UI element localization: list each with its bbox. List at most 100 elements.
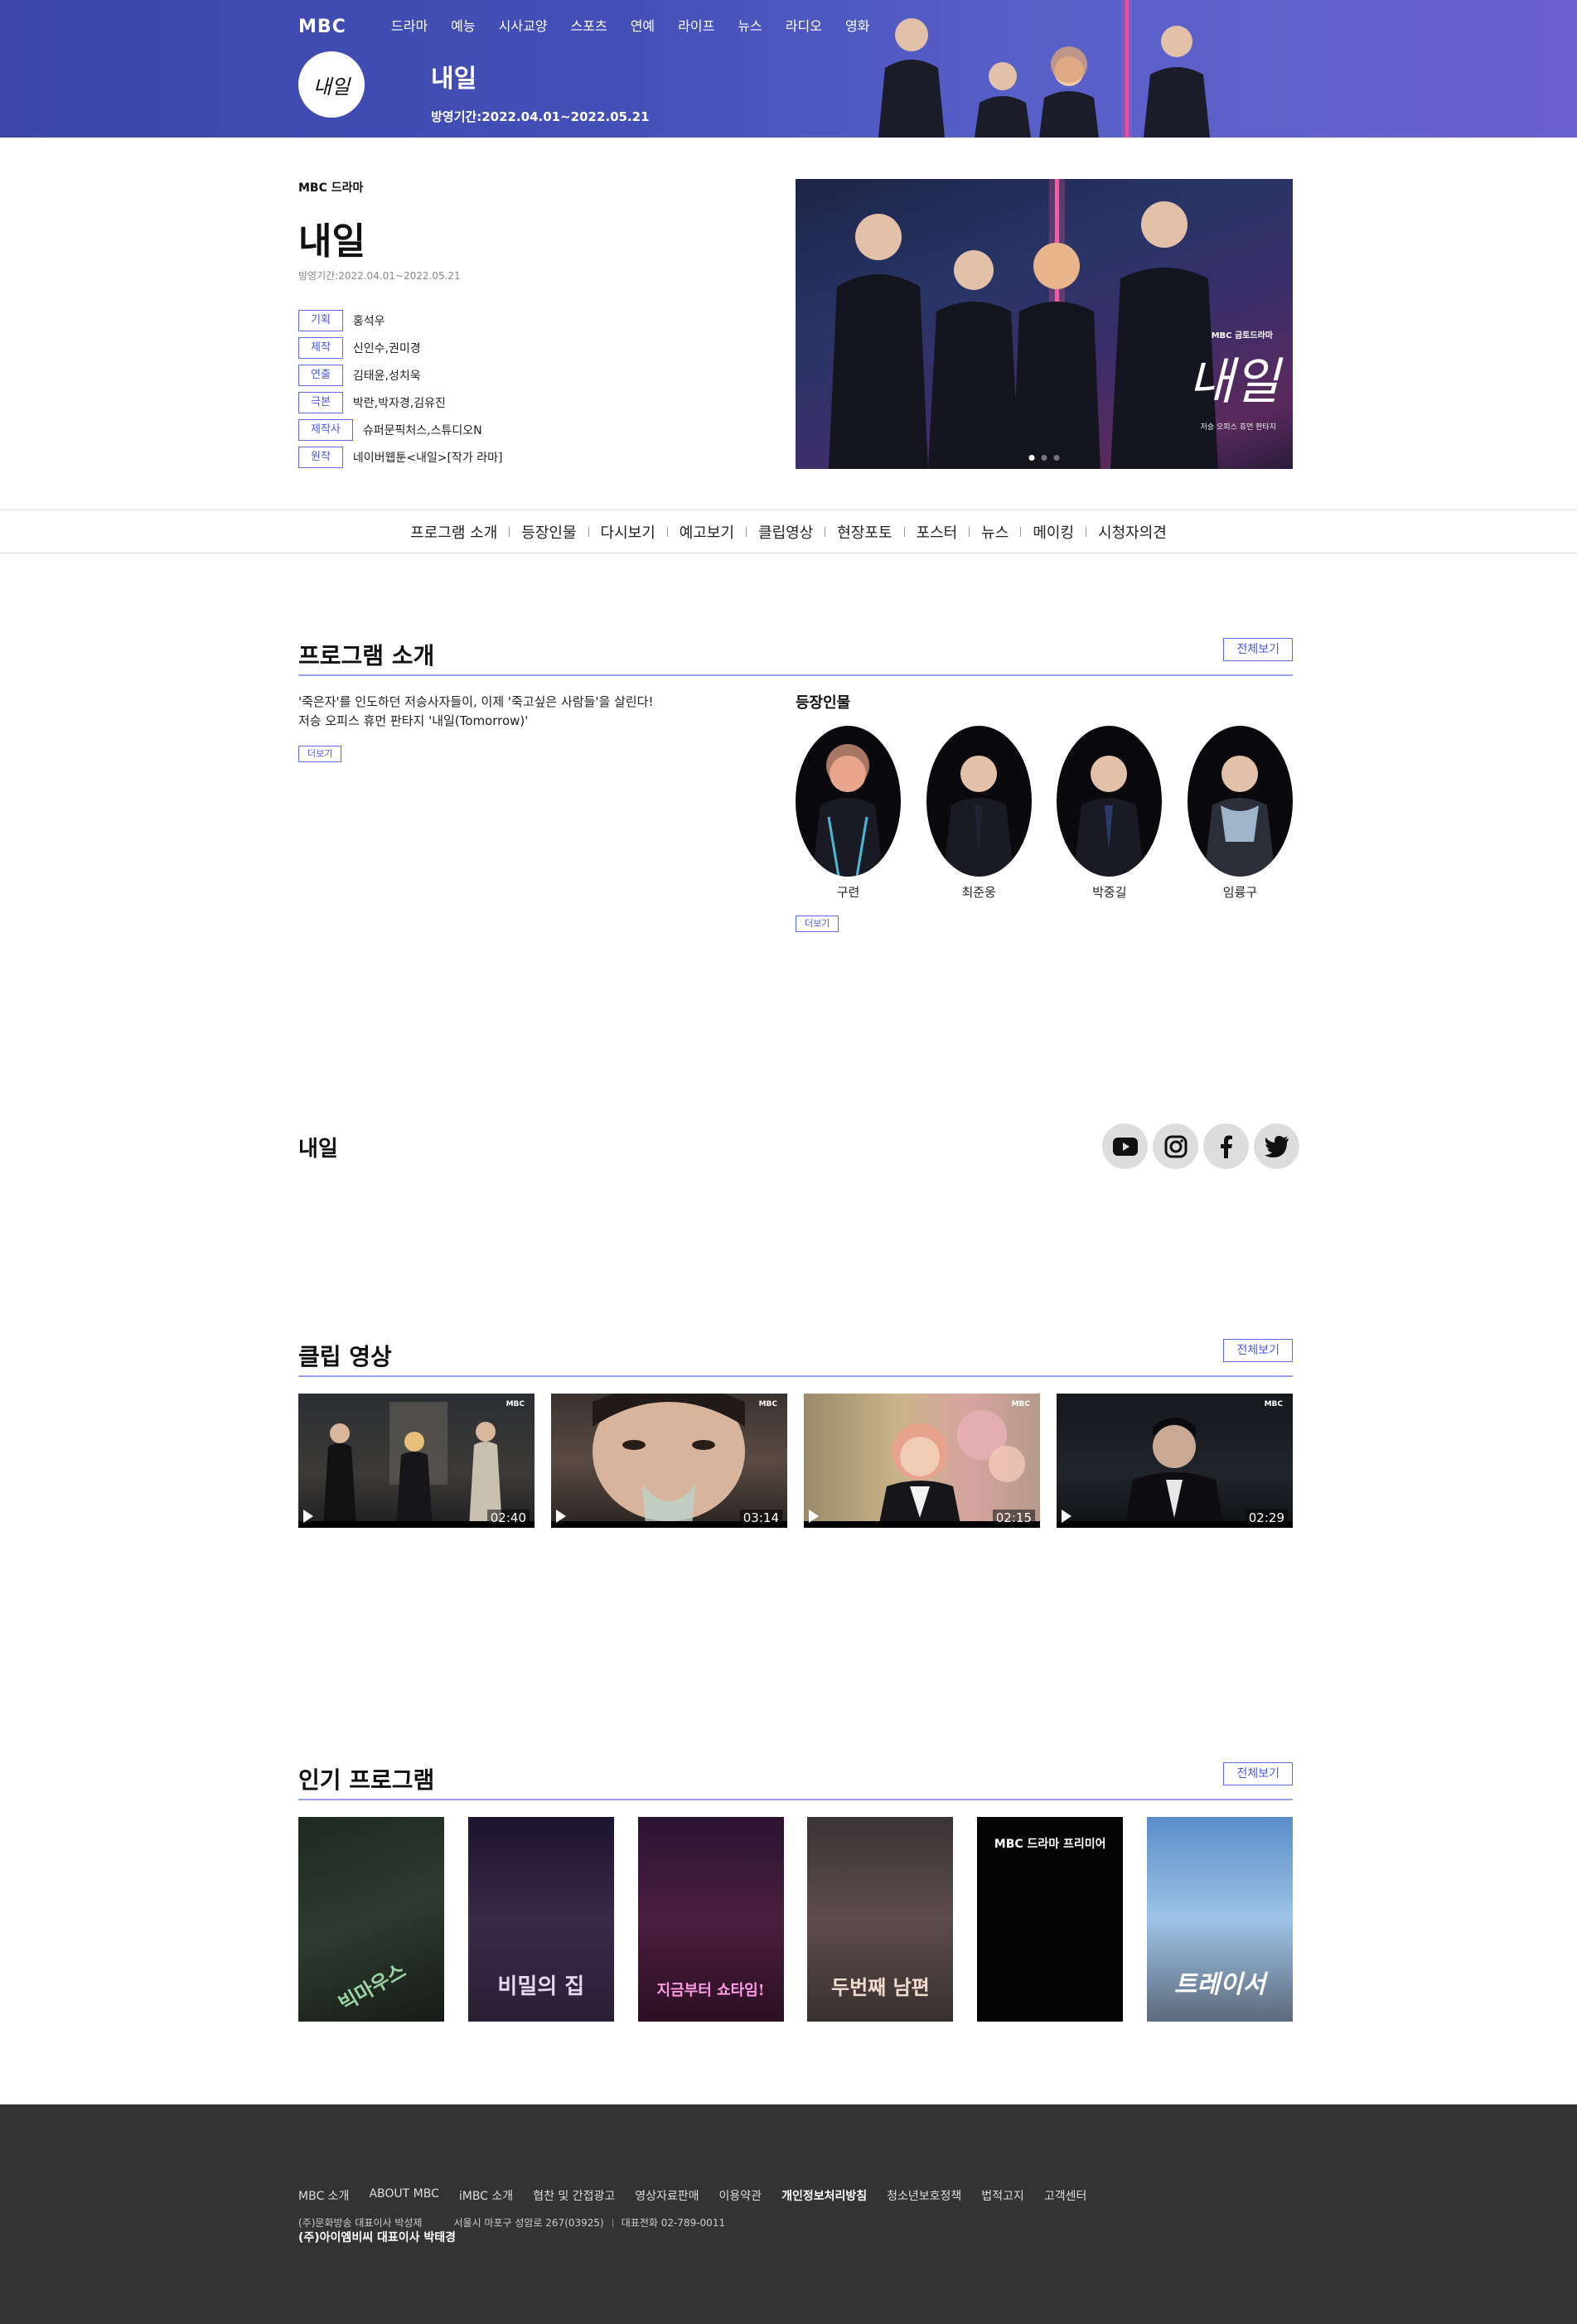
play-icon[interactable] bbox=[1062, 1510, 1071, 1523]
character-card[interactable]: 구련 bbox=[796, 726, 901, 901]
channel-badge: MBC bbox=[1011, 1400, 1030, 1408]
footer-links: MBC 소개 ABOUT MBC iMBC 소개 협찬 및 간접광고 영상자료판… bbox=[298, 2187, 1106, 2204]
footer-link-privacy[interactable]: 개인정보처리방침 bbox=[781, 2187, 867, 2204]
character-photo bbox=[1057, 726, 1163, 877]
program-subnav: 프로그램 소개 등장인물 다시보기 예고보기 클립영상 현장포토 포스터 뉴스 … bbox=[0, 510, 1577, 553]
view-all-button[interactable]: 전체보기 bbox=[1223, 1339, 1293, 1362]
footer-link[interactable]: 협찬 및 간접광고 bbox=[533, 2187, 615, 2204]
intro-more-button[interactable]: 더보기 bbox=[298, 746, 342, 762]
subnav-news[interactable]: 뉴스 bbox=[970, 521, 1020, 543]
footer-link[interactable]: iMBC 소개 bbox=[459, 2187, 513, 2204]
credit-row: 기획 홍석우 bbox=[298, 310, 385, 331]
subnav-replay[interactable]: 다시보기 bbox=[589, 521, 667, 543]
footer-link[interactable]: 이용약관 bbox=[719, 2187, 762, 2204]
subnav-making[interactable]: 메이킹 bbox=[1021, 521, 1086, 543]
characters-more-button[interactable]: 더보기 bbox=[796, 916, 839, 932]
slider-dot[interactable] bbox=[1028, 455, 1035, 461]
program-poster-title: MBC 드라마 프리미어 bbox=[994, 1838, 1106, 1851]
credit-label: 극본 bbox=[298, 392, 343, 413]
footer-link[interactable]: 고객센터 bbox=[1044, 2187, 1087, 2204]
play-icon[interactable] bbox=[556, 1510, 566, 1523]
gnb-item-entertainment[interactable]: 연예 bbox=[631, 17, 655, 36]
subnav-preview[interactable]: 예고보기 bbox=[668, 521, 746, 543]
youtube-icon[interactable] bbox=[1102, 1123, 1148, 1169]
footer-corp: (주)아이엠비씨 대표이사 박태경 bbox=[298, 2231, 456, 2244]
footer-link[interactable]: MBC 소개 bbox=[298, 2187, 349, 2204]
site-footer: MBC 소개 ABOUT MBC iMBC 소개 협찬 및 간접광고 영상자료판… bbox=[0, 2104, 1577, 2324]
footer-link[interactable]: 영상자료판매 bbox=[635, 2187, 699, 2204]
character-card[interactable]: 최준웅 bbox=[926, 726, 1032, 901]
credit-value: 홍석우 bbox=[352, 315, 385, 328]
clip-thumbnail[interactable]: MBC 02:29 bbox=[1057, 1394, 1293, 1528]
slider-dot[interactable] bbox=[1041, 455, 1047, 461]
facebook-icon[interactable] bbox=[1203, 1123, 1249, 1169]
view-all-button[interactable]: 전체보기 bbox=[1223, 1762, 1293, 1785]
footer-link[interactable]: 청소년보호정책 bbox=[887, 2187, 961, 2204]
popular-header: 인기 프로그램 전체보기 bbox=[298, 1757, 1293, 1800]
view-all-button[interactable]: 전체보기 bbox=[1223, 638, 1293, 661]
poster-tagline: 저승 오피스 휴먼 판타지 bbox=[1200, 423, 1276, 432]
subnav-clips[interactable]: 클립영상 bbox=[747, 521, 825, 543]
slider-dots bbox=[1028, 455, 1060, 461]
gnb-item-drama[interactable]: 드라마 bbox=[391, 17, 428, 36]
popular-program-poster[interactable]: MBC 드라마 프리미어 bbox=[977, 1817, 1124, 2022]
program-category: MBC 드라마 bbox=[298, 181, 364, 195]
program-intro-header: 프로그램 소개 전체보기 bbox=[298, 633, 1293, 676]
instagram-icon[interactable] bbox=[1153, 1123, 1198, 1169]
gnb-item-news[interactable]: 뉴스 bbox=[738, 17, 762, 36]
footer-address: (주)문화방송 대표이사 박성제 서울시 마포구 성암로 267(03925) … bbox=[298, 2215, 725, 2230]
popular-program-poster[interactable]: 두번째 남편 bbox=[807, 1817, 954, 2022]
mbc-logo[interactable]: MBC bbox=[298, 18, 353, 36]
clip-thumbnail[interactable]: MBC 02:15 bbox=[804, 1394, 1040, 1528]
header-cast-image bbox=[878, 0, 1210, 138]
credit-label: 연출 bbox=[298, 365, 343, 386]
program-intro-text: '죽은자'를 인도하던 저승사자들이, 이제 '죽고싶은 사람들'을 살린다! … bbox=[298, 693, 654, 731]
gnb-item-life[interactable]: 라이프 bbox=[678, 17, 714, 36]
character-name: 박중길 bbox=[1092, 885, 1127, 900]
section-title: 프로그램 소개 bbox=[298, 642, 435, 669]
popular-program-poster[interactable]: 빅마우스 bbox=[298, 1817, 444, 2022]
subnav-viewer-opinion[interactable]: 시청자의견 bbox=[1086, 521, 1178, 543]
channel-badge: MBC bbox=[506, 1400, 525, 1408]
credit-label: 제작 bbox=[298, 337, 343, 359]
twitter-icon[interactable] bbox=[1254, 1123, 1299, 1169]
character-card[interactable]: 박중길 bbox=[1057, 726, 1163, 901]
gnb-item-sports[interactable]: 스포츠 bbox=[571, 17, 607, 36]
clip-list: MBC 02:40 MBC 03:14 MBC 02:15 MBC 02:29 bbox=[298, 1394, 1293, 1528]
popular-program-poster[interactable]: 트레이서 bbox=[1146, 1817, 1293, 2022]
play-icon[interactable] bbox=[303, 1510, 313, 1523]
poster-title: 내일 bbox=[1188, 353, 1279, 411]
gnb-item-current-affairs[interactable]: 시사교양 bbox=[499, 17, 548, 36]
social-program-title: 내일 bbox=[298, 1137, 338, 1162]
footer-street: 서울시 마포구 성암로 267(03925) bbox=[453, 2217, 604, 2229]
play-icon[interactable] bbox=[809, 1510, 819, 1523]
clip-thumbnail[interactable]: MBC 02:40 bbox=[298, 1394, 535, 1528]
program-logo-circle[interactable]: 내일 bbox=[298, 51, 365, 118]
program-air-dates: 방영기간:2022.04.01~2022.05.21 bbox=[298, 270, 461, 282]
global-nav: 드라마 예능 시사교양 스포츠 연예 라이프 뉴스 라디오 영화 bbox=[391, 17, 893, 36]
characters-heading: 등장인물 bbox=[796, 694, 851, 712]
subnav-posters[interactable]: 포스터 bbox=[905, 521, 970, 543]
footer-link[interactable]: 법적고지 bbox=[981, 2187, 1024, 2204]
clip-duration: 02:15 bbox=[992, 1510, 1035, 1526]
clip-thumbnail[interactable]: MBC 03:14 bbox=[551, 1394, 787, 1528]
gnb-item-variety[interactable]: 예능 bbox=[451, 17, 475, 36]
popular-program-poster[interactable]: 지금부터 쇼타임! bbox=[637, 1817, 784, 2022]
character-card[interactable]: 임륭구 bbox=[1187, 726, 1293, 901]
credit-value: 김태윤,성치욱 bbox=[352, 370, 421, 383]
program-poster-slider[interactable]: MBC 금토드라마 내일 저승 오피스 휴먼 판타지 bbox=[796, 179, 1293, 469]
popular-program-poster[interactable]: 비밀의 집 bbox=[467, 1817, 614, 2022]
credit-row: 제작 신인수,권미경 bbox=[298, 337, 421, 359]
subnav-characters[interactable]: 등장인물 bbox=[510, 521, 588, 543]
credit-row: 제작사 슈퍼문픽처스,스튜디오N bbox=[298, 419, 482, 441]
credit-row: 극본 박란,박자경,김유진 bbox=[298, 392, 446, 413]
slider-dot[interactable] bbox=[1053, 455, 1060, 461]
gnb-item-radio[interactable]: 라디오 bbox=[786, 17, 822, 36]
character-list: 구련 최준웅 박중길 임륭구 bbox=[796, 726, 1293, 901]
subnav-photos[interactable]: 현장포토 bbox=[825, 521, 903, 543]
character-photo bbox=[926, 726, 1032, 877]
section-title: 인기 프로그램 bbox=[298, 1766, 435, 1794]
footer-link[interactable]: ABOUT MBC bbox=[369, 2187, 438, 2204]
subnav-intro[interactable]: 프로그램 소개 bbox=[399, 521, 509, 543]
credit-label: 기획 bbox=[298, 310, 343, 331]
